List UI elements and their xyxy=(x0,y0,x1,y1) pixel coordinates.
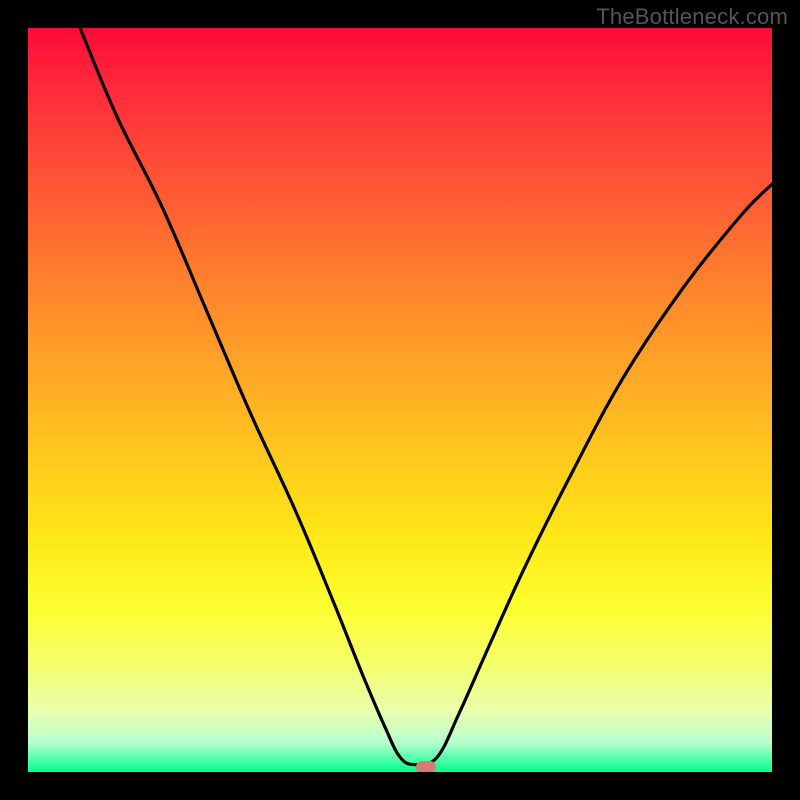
plot-area xyxy=(28,28,772,772)
chart-frame: TheBottleneck.com xyxy=(0,0,800,800)
watermark-text: TheBottleneck.com xyxy=(596,4,788,30)
optimal-point-marker xyxy=(416,761,436,772)
bottleneck-curve xyxy=(28,28,772,772)
